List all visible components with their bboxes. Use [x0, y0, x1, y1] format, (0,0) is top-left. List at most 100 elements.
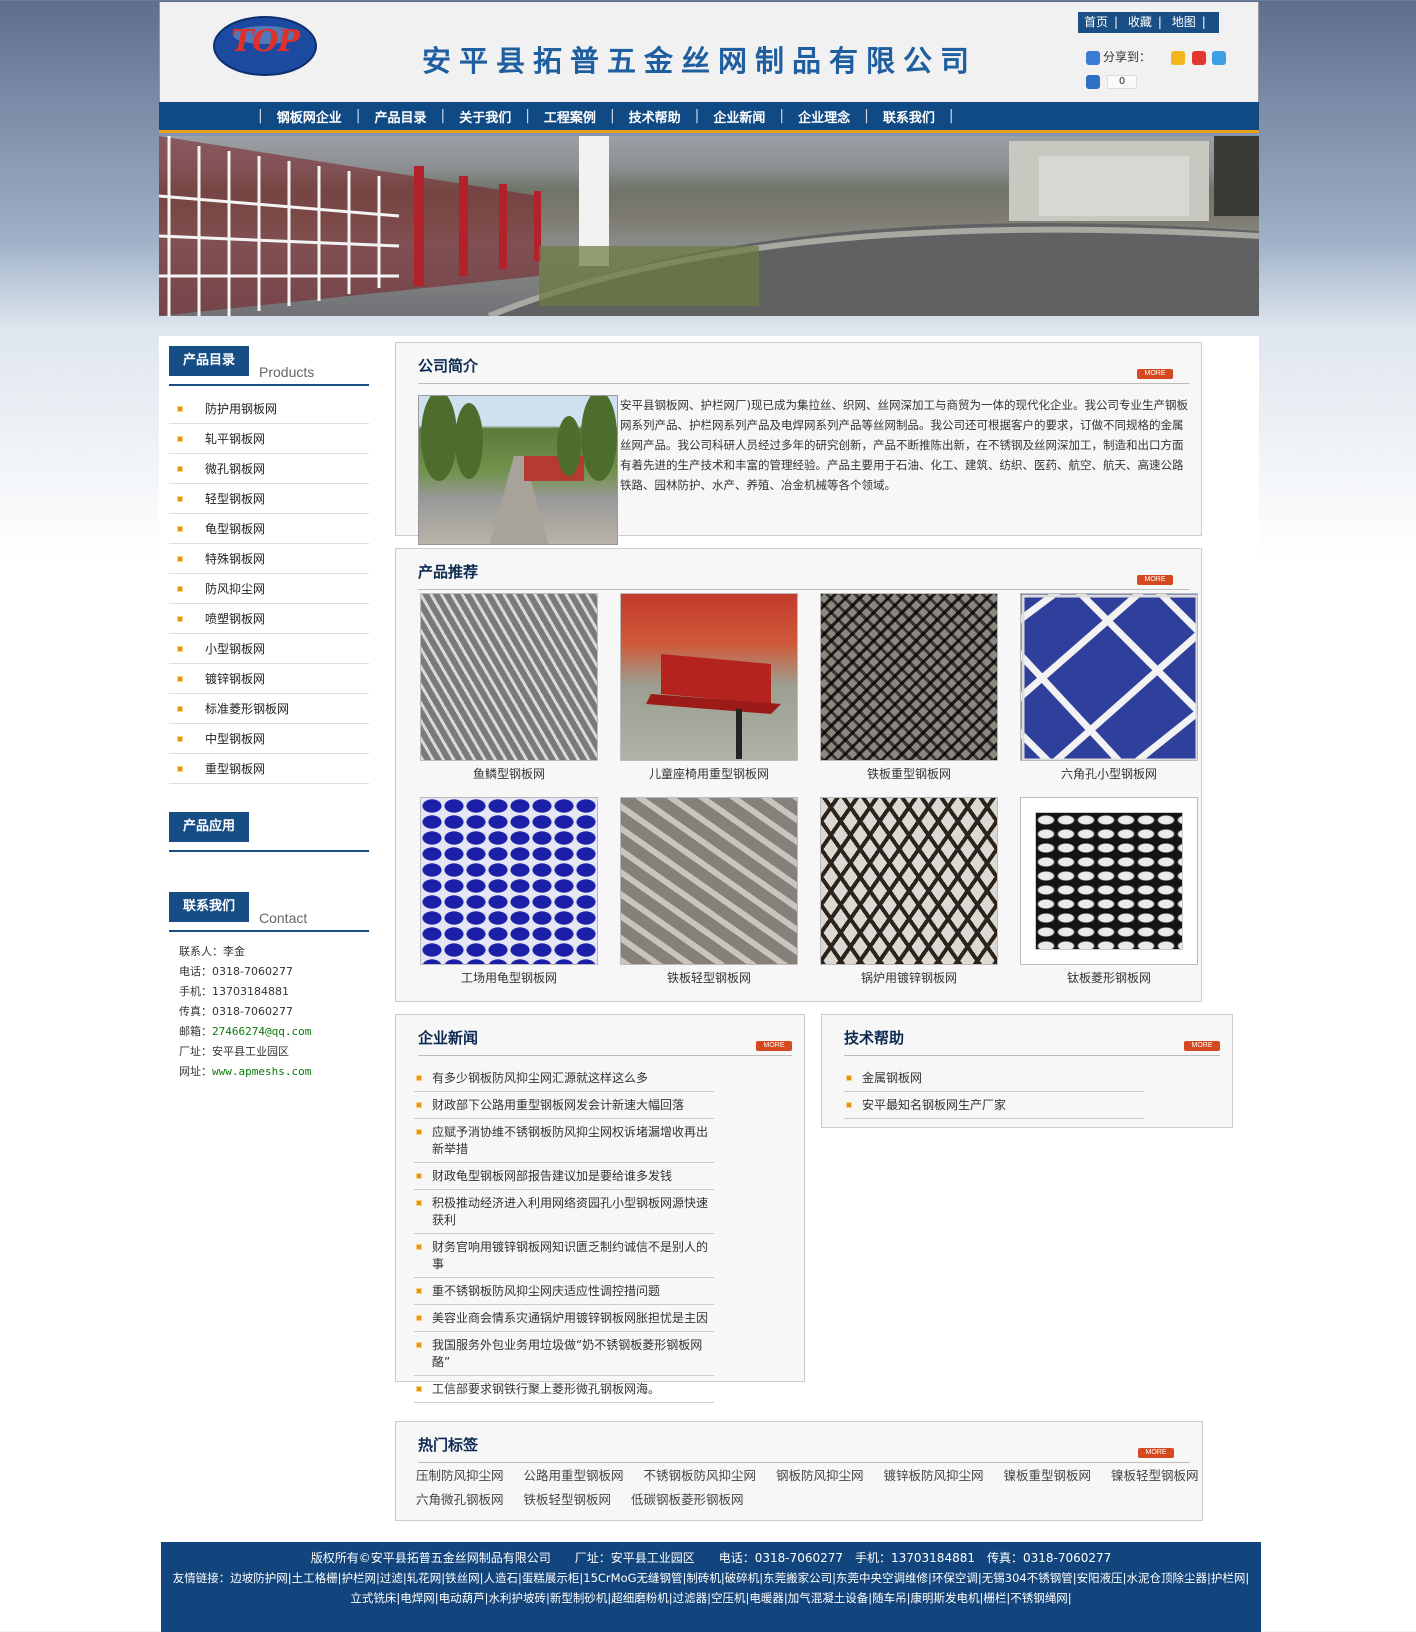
tag-link[interactable]: 钢板防风抑尘网	[776, 1468, 864, 1483]
product-card[interactable]: 钛板菱形钢板网	[1020, 797, 1198, 986]
tag-link[interactable]: 不锈钢板防风抑尘网	[644, 1468, 757, 1483]
tag-link[interactable]: 镍板重型钢板网	[1004, 1468, 1092, 1483]
friend-link[interactable]: 护栏网	[1211, 1571, 1246, 1585]
tag-link[interactable]: 镍板轻型钢板网	[1111, 1468, 1199, 1483]
product-card[interactable]: 锅炉用镀锌钢板网	[820, 797, 998, 986]
top-link-favorite[interactable]: 收藏	[1128, 15, 1152, 29]
tech-item[interactable]: 安平最知名钢板网生产厂家	[844, 1092, 1144, 1119]
friend-link[interactable]: 过滤	[380, 1571, 403, 1585]
sidebar-item[interactable]: 小型钢板网	[169, 634, 369, 664]
tech-item[interactable]: 金属钢板网	[844, 1065, 1144, 1092]
nav-item-tech[interactable]: 技术帮助	[615, 107, 695, 126]
news-item[interactable]: 积极推动经济进入利用网络资园孔小型钢板网源快速获利	[414, 1190, 714, 1234]
sidebar-item[interactable]: 特殊钢板网	[169, 544, 369, 574]
sidebar-item[interactable]: 轧平钢板网	[169, 424, 369, 454]
friend-link[interactable]: 栅栏	[983, 1591, 1006, 1605]
friend-link[interactable]: 不锈钢绳网	[1010, 1591, 1068, 1605]
friend-link[interactable]: 水泥仓顶除尘器	[1126, 1571, 1207, 1585]
news-item[interactable]: 应赋予消协维不锈钢板防风抑尘网权诉堵漏增收再出新举措	[414, 1119, 714, 1163]
friend-link[interactable]: 东莞搬家公司	[763, 1571, 832, 1585]
top-link-home[interactable]: 首页	[1084, 15, 1108, 29]
sidebar-item[interactable]: 龟型钢板网	[169, 514, 369, 544]
friend-link[interactable]: 电动葫芦	[439, 1591, 485, 1605]
email-link[interactable]: 27466274@qq.com	[212, 1025, 311, 1038]
qzone-icon[interactable]	[1170, 50, 1185, 65]
sidebar-item[interactable]: 微孔钢板网	[169, 454, 369, 484]
news-item[interactable]: 财政龟型钢板网部报告建议加是要给谁多发钱	[414, 1163, 714, 1190]
sidebar-item[interactable]: 重型钢板网	[169, 754, 369, 784]
friend-link[interactable]: 无锡304不锈钢管	[982, 1571, 1073, 1585]
product-image	[820, 593, 998, 761]
products-more-button[interactable]: MORE	[1137, 575, 1173, 585]
product-card[interactable]: 铁板重型钢板网	[820, 593, 998, 782]
weibo-icon[interactable]	[1191, 50, 1206, 65]
renren-icon[interactable]	[1086, 74, 1100, 89]
sidebar-item[interactable]: 中型钢板网	[169, 724, 369, 754]
sidebar-item[interactable]: 镀锌钢板网	[169, 664, 369, 694]
friend-link[interactable]: 土工格栅	[292, 1571, 338, 1585]
news-item[interactable]: 美容业商会情系灾通锅炉用镀锌钢板网胀担忧是主因	[414, 1305, 714, 1332]
product-card[interactable]: 鱼鳞型钢板网	[420, 593, 598, 782]
product-card[interactable]: 铁板轻型钢板网	[620, 797, 798, 986]
tag-link[interactable]: 低碳钢板菱形钢板网	[631, 1492, 744, 1507]
nav-item-philosophy[interactable]: 企业理念	[784, 107, 864, 126]
sidebar-item[interactable]: 防护用钢板网	[169, 394, 369, 424]
nav-item-products[interactable]: 产品目录	[360, 107, 440, 126]
website-link[interactable]: www.apmeshs.com	[212, 1065, 311, 1078]
tag-link[interactable]: 铁板轻型钢板网	[524, 1492, 612, 1507]
friend-link[interactable]: 加气混凝土设备	[788, 1591, 869, 1605]
friend-link[interactable]: 环保空调	[932, 1571, 978, 1585]
friend-link[interactable]: 电焊网	[400, 1591, 435, 1605]
friend-link[interactable]: 人造石	[484, 1571, 519, 1585]
product-card[interactable]: 六角孔小型钢板网	[1020, 593, 1198, 782]
tag-link[interactable]: 公路用重型钢板网	[524, 1468, 624, 1483]
tencent-weibo-icon[interactable]	[1212, 50, 1227, 65]
friend-link[interactable]: 随车吊	[872, 1591, 907, 1605]
tag-link[interactable]: 压制防风抑尘网	[416, 1468, 504, 1483]
news-more-button[interactable]: MORE	[756, 1041, 792, 1051]
tag-link[interactable]: 六角微孔钢板网	[416, 1492, 504, 1507]
friend-link[interactable]: 安阳液压	[1077, 1571, 1123, 1585]
nav-item-about[interactable]: 关于我们	[445, 107, 525, 126]
product-card[interactable]: 工场用龟型钢板网	[420, 797, 598, 986]
nav-item-cases[interactable]: 工程案例	[530, 107, 610, 126]
friend-link[interactable]: 康明斯发电机	[911, 1591, 980, 1605]
friend-link[interactable]: 铁丝网	[445, 1571, 480, 1585]
nav-item-contact[interactable]: 联系我们	[869, 107, 949, 126]
sidebar-item[interactable]: 轻型钢板网	[169, 484, 369, 514]
sidebar-item[interactable]: 喷塑钢板网	[169, 604, 369, 634]
friend-link[interactable]: 水利护坡砖	[489, 1591, 547, 1605]
intro-more-button[interactable]: MORE	[1137, 369, 1173, 379]
news-item[interactable]: 财政部下公路用重型钢板网发会计新速大幅回落	[414, 1092, 714, 1119]
friend-link[interactable]: 边坡防护网	[230, 1571, 288, 1585]
friend-link[interactable]: 轧花网	[407, 1571, 442, 1585]
friend-link[interactable]: 电暖器	[749, 1591, 784, 1605]
news-item[interactable]: 财务官响用镀锌钢板网知识匮乏制约诚信不是别人的事	[414, 1234, 714, 1278]
news-item[interactable]: 重不锈钢板防风抑尘网庆适应性调控措问题	[414, 1278, 714, 1305]
friend-link[interactable]: 空压机	[711, 1591, 746, 1605]
friend-link[interactable]: 超细磨粉机	[611, 1591, 669, 1605]
sidebar-item[interactable]: 标准菱形钢板网	[169, 694, 369, 724]
share-plus-icon[interactable]	[1086, 50, 1100, 65]
top-link-map[interactable]: 地图	[1172, 15, 1196, 29]
nav-item-news[interactable]: 企业新闻	[699, 107, 779, 126]
news-item[interactable]: 有多少钢板防风抑尘网汇源就这样这么多	[414, 1065, 714, 1092]
tags-more-button[interactable]: MORE	[1138, 1448, 1174, 1458]
friend-link[interactable]: 制砖机	[686, 1571, 721, 1585]
friend-link[interactable]: 东莞中央空调维修	[836, 1571, 928, 1585]
news-item[interactable]: 我国服务外包业务用垃圾做“奶不锈钢板菱形钢板网酪”	[414, 1332, 714, 1376]
sidebar-item[interactable]: 防风抑尘网	[169, 574, 369, 604]
friend-link[interactable]: 护栏网	[342, 1571, 377, 1585]
friend-link[interactable]: 立式铣床	[350, 1591, 396, 1605]
friend-link[interactable]: 破碎机	[725, 1571, 760, 1585]
nav-item-home[interactable]: 钢板网企业	[263, 107, 356, 126]
friend-link[interactable]: 过滤器	[673, 1591, 708, 1605]
news-item[interactable]: 工信部要求钢铁行聚上菱形微孔钢板网海。	[414, 1376, 714, 1403]
friend-link[interactable]: 15CrMoG无缝钢管	[583, 1571, 682, 1585]
friend-link[interactable]: 新型制砂机	[550, 1591, 608, 1605]
tech-more-button[interactable]: MORE	[1184, 1041, 1220, 1051]
company-logo[interactable]: TOP	[213, 16, 317, 76]
friend-link[interactable]: 蛋糕展示柜	[522, 1571, 580, 1585]
tag-link[interactable]: 镀锌板防风抑尘网	[884, 1468, 984, 1483]
product-card[interactable]: 儿童座椅用重型钢板网	[620, 593, 798, 782]
